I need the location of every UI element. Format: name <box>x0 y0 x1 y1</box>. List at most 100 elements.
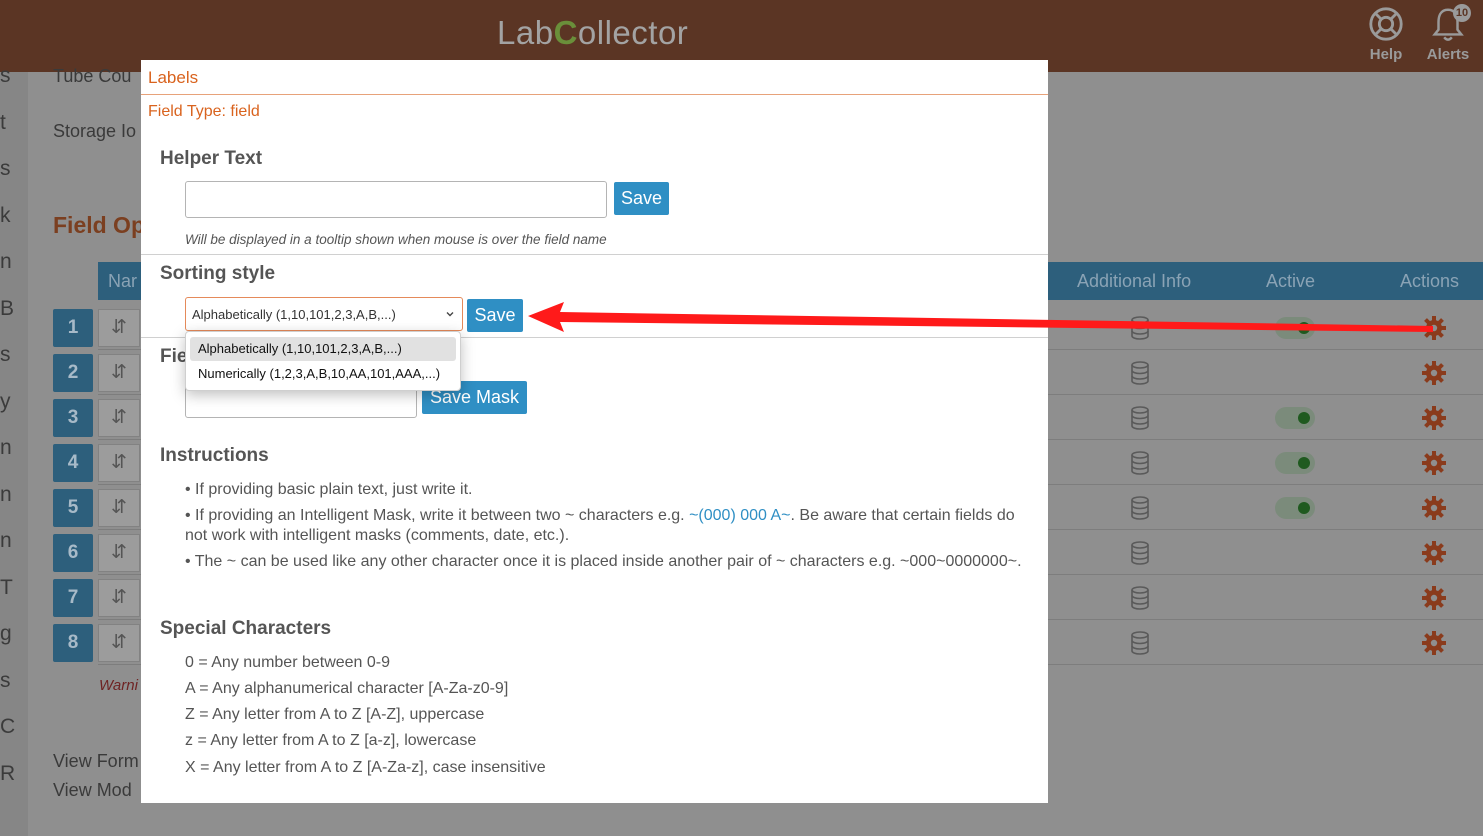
header-additional-info: Additional Info <box>1077 271 1192 291</box>
gear-icon[interactable] <box>1421 585 1447 611</box>
section-divider <box>141 254 1048 255</box>
gear-icon[interactable] <box>1421 495 1447 521</box>
sorting-option-numerically[interactable]: Numerically (1,2,3,A,B,10,AA,101,AAA,...… <box>190 362 456 386</box>
instruction-mask-example: ~(000) 000 A~ <box>689 507 791 524</box>
row-number-badge: 4 <box>53 444 93 482</box>
storage-label: Storage Io <box>53 121 137 141</box>
reorder-handle[interactable]: ⇵ <box>98 534 140 572</box>
sidebar-letter: T <box>0 575 13 599</box>
alerts-button[interactable]: 10 Alerts <box>1418 4 1478 63</box>
special-char-item: z = Any letter from A to Z [a-z], lowerc… <box>185 732 477 749</box>
row-number-badge: 8 <box>53 624 93 662</box>
database-icon[interactable] <box>1130 496 1150 520</box>
sidebar-letter: n <box>0 482 12 506</box>
instruction-mask-prefix: • If providing an Intelligent Mask, writ… <box>185 507 690 524</box>
instruction-plain-text: • If providing basic plain text, just wr… <box>185 481 473 498</box>
reorder-handle[interactable]: ⇵ <box>98 624 140 662</box>
modal-title-divider <box>141 94 1048 95</box>
row-number-badge: 3 <box>53 399 93 437</box>
gear-icon[interactable] <box>1421 450 1447 476</box>
helper-text-hint: Will be displayed in a tooltip shown whe… <box>185 232 607 247</box>
logo-text-collector: ollector <box>577 14 689 51</box>
reorder-handle[interactable]: ⇵ <box>98 354 140 392</box>
app-logo[interactable]: LabCollector <box>497 14 688 52</box>
alerts-count-badge: 10 <box>1453 4 1471 22</box>
sidebar-letter: k <box>0 203 11 227</box>
instructions-title: Instructions <box>160 445 269 466</box>
database-icon[interactable] <box>1130 451 1150 475</box>
helper-text-title: Helper Text <box>160 148 263 169</box>
sorting-style-save-button[interactable]: Save <box>467 299 523 332</box>
special-char-item: X = Any letter from A to Z [A-Za-z], cas… <box>185 759 546 776</box>
database-icon[interactable] <box>1130 361 1150 385</box>
sidebar-letter: R <box>0 761 16 785</box>
sorting-option-alphabetically[interactable]: Alphabetically (1,10,101,2,3,A,B,...) <box>190 337 456 361</box>
instruction-tilde-usage: • The ~ can be used like any other chara… <box>185 553 1022 570</box>
red-arrow-annotation <box>528 302 1433 332</box>
chevron-down-icon <box>446 312 454 317</box>
reorder-handle[interactable]: ⇵ <box>98 399 140 437</box>
sidebar-letter: s <box>0 668 11 692</box>
row-number-badge: 7 <box>53 579 93 617</box>
sidebar-letter: C <box>0 715 16 738</box>
background-sidebar: stsknBsynnnTgsCR <box>0 64 28 836</box>
logo-flask-c: C <box>553 14 578 51</box>
help-label: Help <box>1369 46 1403 63</box>
view-mod-link[interactable]: View Mod <box>53 780 132 801</box>
modal-title: Labels <box>148 68 199 87</box>
sidebar-letter: s <box>0 64 11 87</box>
active-toggle[interactable] <box>1275 452 1315 474</box>
special-char-item: 0 = Any number between 0-9 <box>185 654 391 671</box>
lifebuoy-icon <box>1369 7 1403 41</box>
special-characters-title: Special Characters <box>160 618 332 639</box>
header-actions: Actions <box>1400 271 1460 291</box>
gear-icon[interactable] <box>1421 360 1447 386</box>
tube-count-label: Tube Cou <box>53 66 132 86</box>
header-active: Active <box>1266 271 1316 291</box>
field-options-title: Field Op <box>53 212 145 238</box>
sorting-style-select[interactable]: Alphabetically (1,10,101,2,3,A,B,...) <box>185 297 463 331</box>
labels-modal: Labels Field Type: field Helper Text Sav… <box>141 60 1048 803</box>
helper-text-save-button[interactable]: Save <box>614 182 669 215</box>
sorting-style-dropdown: Alphabetically (1,10,101,2,3,A,B,...) Nu… <box>185 331 461 391</box>
row-number-badge: 5 <box>53 489 93 527</box>
sidebar-letter: B <box>0 296 15 320</box>
help-button[interactable]: Help <box>1356 4 1416 63</box>
sidebar-letter: g <box>0 622 12 645</box>
arrow-shape <box>528 302 1433 332</box>
sidebar-letter: n <box>0 529 12 552</box>
helper-text-input[interactable] <box>185 181 607 218</box>
sidebar-letter: s <box>0 157 11 180</box>
active-toggle[interactable] <box>1275 497 1315 519</box>
header-name: Nar <box>108 271 138 291</box>
sorting-style-title: Sorting style <box>160 263 276 284</box>
database-icon[interactable] <box>1130 631 1150 655</box>
view-form-link[interactable]: View Form <box>53 751 139 772</box>
gear-icon[interactable] <box>1421 630 1447 656</box>
database-icon[interactable] <box>1130 586 1150 610</box>
sidebar-letter: n <box>0 250 12 273</box>
field-type-label: Field Type: field <box>148 103 260 120</box>
reorder-handle[interactable]: ⇵ <box>98 444 140 482</box>
gear-icon[interactable] <box>1421 405 1447 431</box>
special-char-item: A = Any alphanumerical character [A-Za-z… <box>185 680 509 697</box>
row-number-badge: 2 <box>53 354 93 392</box>
gear-icon[interactable] <box>1421 540 1447 566</box>
instruction-intelligent-mask: • If providing an Intelligent Mask, writ… <box>141 506 1036 546</box>
row-number-badge: 6 <box>53 534 93 572</box>
database-icon[interactable] <box>1130 406 1150 430</box>
sidebar-letter: n <box>0 436 12 459</box>
warning-text: Warni <box>99 677 138 694</box>
reorder-handle[interactable]: ⇵ <box>98 579 140 617</box>
sorting-style-selected-value: Alphabetically (1,10,101,2,3,A,B,...) <box>192 307 396 322</box>
logo-text-lab: Lab <box>497 14 554 51</box>
reorder-handle[interactable]: ⇵ <box>98 489 140 527</box>
special-char-item: Z = Any letter from A to Z [A-Z], upperc… <box>185 706 485 723</box>
database-icon[interactable] <box>1130 541 1150 565</box>
row-number-badge: 1 <box>53 309 93 347</box>
sidebar-letter: s <box>0 343 11 366</box>
field-mask-title: Fie <box>160 346 188 367</box>
reorder-handle[interactable]: ⇵ <box>98 309 140 347</box>
alerts-label: Alerts <box>1426 46 1470 63</box>
active-toggle[interactable] <box>1275 407 1315 429</box>
